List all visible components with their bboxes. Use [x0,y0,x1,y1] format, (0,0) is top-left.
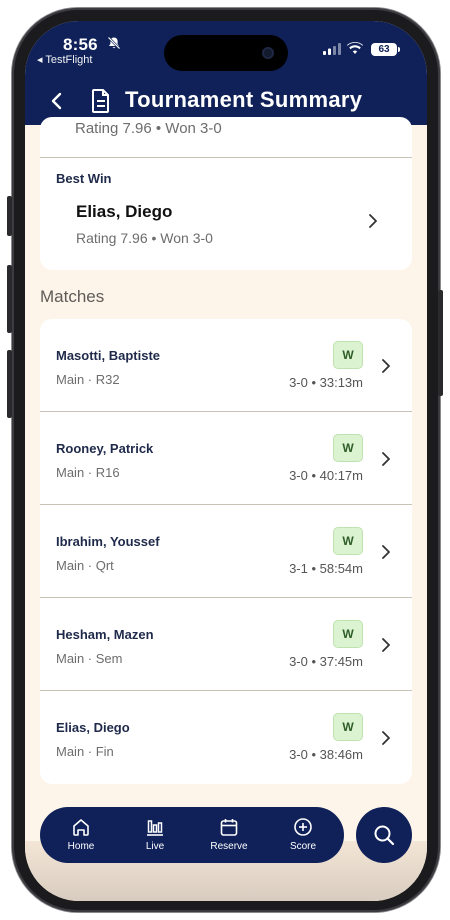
cellular-signal-icon [323,43,341,55]
nav-live[interactable]: Live [124,807,186,863]
match-score: 3-0 • 37:45m [289,654,363,669]
home-icon [73,819,89,836]
battery-indicator: 63 [371,43,400,56]
best-win-detail: Rating 7.96 • Won 3-0 [76,230,213,246]
wifi-icon [347,41,363,54]
nav-home[interactable]: Home [50,807,112,863]
plus-circle-icon [294,818,312,836]
match-row[interactable]: Hesham, Mazen Main · Sem W 3-0 • 37:45m [40,598,412,691]
result-badge: W [333,434,363,462]
dynamic-island [164,35,288,71]
match-round: Main · Qrt [56,558,114,573]
match-round: Main · R32 [56,372,120,387]
chevron-right-icon [382,359,390,373]
opponent-name: Ibrahim, Youssef [56,534,160,549]
back-chevron-icon[interactable] [47,89,67,113]
match-score: 3-0 • 40:17m [289,468,363,483]
search-icon [374,825,395,846]
chevron-right-icon [382,545,390,559]
best-win-card: Rating 7.96 • Won 3-0 Best Win Elias, Di… [40,117,412,270]
nav-reserve[interactable]: Reserve [198,807,260,863]
match-round: Main · Fin [56,744,114,759]
match-score: 3-0 • 38:46m [289,747,363,762]
chevron-right-icon [382,731,390,745]
opponent-name: Elias, Diego [56,720,130,735]
opponent-name: Rooney, Patrick [56,441,154,456]
nav-home-label: Home [67,841,95,852]
match-round: Main · R16 [56,465,120,480]
chevron-right-icon [369,214,377,228]
match-round: Main · Sem [56,651,123,666]
matches-section-title: Matches [40,287,105,306]
volume-down-button [7,350,12,418]
back-to-app-link[interactable]: ◂ TestFlight [37,53,92,66]
nav-score-label: Score [289,841,317,852]
nav-score[interactable]: Score [272,807,334,863]
live-chart-icon [147,820,163,836]
page-title: Tournament Summary [125,87,363,112]
opponent-name: Masotti, Baptiste [56,348,161,363]
match-row[interactable]: Masotti, Baptiste Main · R32 W 3-0 • 33:… [40,319,412,412]
status-time: 8:56 [63,35,98,54]
match-score: 3-1 • 58:54m [289,561,363,576]
opponent-name: Hesham, Mazen [56,627,154,642]
match-row[interactable]: Rooney, Patrick Main · R16 W 3-0 • 40:17… [40,412,412,505]
nav-live-label: Live [145,841,165,852]
result-badge: W [333,527,363,555]
volume-up-button [7,265,12,333]
bell-off-icon [107,36,121,50]
calendar-icon [220,819,238,836]
match-row[interactable]: Elias, Diego Main · Fin W 3-0 • 38:46m [40,691,412,784]
nav-reserve-label: Reserve [210,841,248,852]
chevron-right-icon [382,638,390,652]
app-header: 8:56 ◂ TestFlight 63 Tournament Summary [25,21,427,125]
result-badge: W [333,620,363,648]
previous-card-detail: Rating 7.96 • Won 3-0 [75,120,222,137]
best-win-name: Elias, Diego [76,202,173,221]
best-win-row[interactable]: Elias, Diego Rating 7.96 • Won 3-0 [40,187,412,270]
document-icon [92,89,109,113]
match-score: 3-0 • 33:13m [289,375,363,390]
result-badge: W [333,713,363,741]
power-button [438,290,443,396]
matches-list: Masotti, Baptiste Main · R32 W 3-0 • 33:… [40,319,412,784]
bottom-nav: Home Live Reserve Score [40,807,344,863]
match-row[interactable]: Ibrahim, Youssef Main · Qrt W 3-1 • 58:5… [40,505,412,598]
divider [40,157,412,158]
best-win-label: Best Win [56,171,112,186]
result-badge: W [333,341,363,369]
search-button[interactable] [356,807,412,863]
action-button [7,196,12,236]
app-screen: 8:56 ◂ TestFlight 63 Tournament Summary … [25,21,427,901]
chevron-right-icon [382,452,390,466]
